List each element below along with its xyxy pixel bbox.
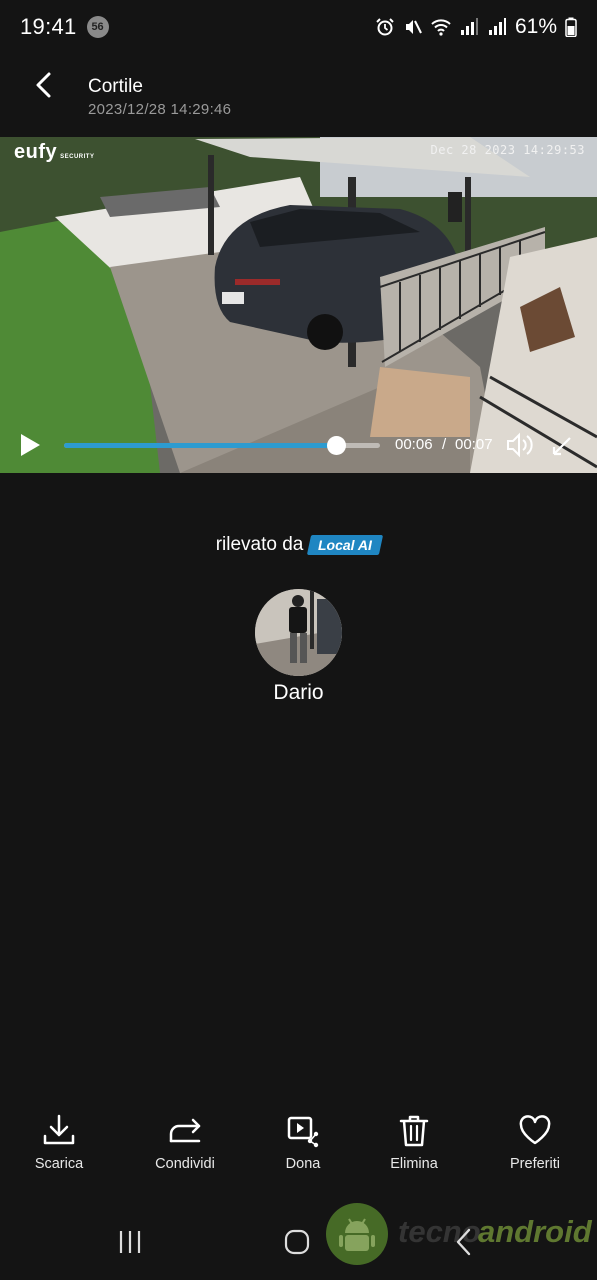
home-button[interactable] (277, 1224, 317, 1260)
total-time: 00:07 (455, 436, 493, 453)
local-ai-badge: Local AI (307, 535, 384, 555)
download-button[interactable]: Scarica (4, 1108, 114, 1178)
recents-icon (119, 1231, 141, 1253)
person-name: Dario (273, 681, 324, 704)
signal-icon (488, 18, 506, 35)
share-icon (169, 1118, 201, 1143)
delete-button[interactable]: Elimina (359, 1108, 469, 1178)
signal-icon (460, 18, 478, 35)
recents-button[interactable] (110, 1224, 150, 1260)
seek-progress (64, 443, 336, 448)
status-bar: 19:41 56 61% (0, 0, 597, 54)
favorites-button[interactable]: Preferiti (480, 1108, 590, 1178)
status-icons: 61% (375, 15, 577, 39)
heart-icon (519, 1115, 551, 1145)
person-thumbnail (255, 589, 342, 676)
camera-timestamp: Dec 28 2023 14:29:53 (430, 143, 585, 157)
favorites-label: Preferiti (510, 1156, 560, 1172)
event-datetime: 2023/12/28 14:29:46 (88, 101, 232, 118)
seek-bar[interactable] (64, 436, 380, 455)
donate-video-icon (287, 1116, 319, 1148)
brand-sub: SECURITY (60, 154, 95, 160)
header: Cortile 2023/12/28 14:29:46 (0, 62, 597, 126)
chevron-left-icon (36, 72, 51, 98)
wifi-icon (431, 19, 451, 36)
back-nav-icon (456, 1228, 471, 1256)
detected-by-label: rilevato da (215, 534, 304, 555)
home-icon (284, 1229, 310, 1255)
detection-source: rilevato da Local AI (0, 531, 597, 559)
action-bar: Scarica Condividi Dona Elimina Preferiti (0, 1108, 597, 1178)
video-controls: 00:06 / 00:07 (0, 417, 597, 473)
eufy-logo: eufy SECURITY (14, 141, 94, 164)
share-button[interactable]: Condividi (130, 1108, 240, 1178)
camera-title: Cortile (88, 76, 143, 97)
back-button[interactable] (26, 68, 62, 104)
battery-icon (565, 17, 577, 37)
local-ai-text: Local AI (318, 537, 373, 553)
trash-icon (399, 1115, 429, 1147)
person-avatar[interactable] (255, 589, 342, 676)
battery-percentage: 61% (514, 15, 557, 38)
seek-thumb[interactable] (326, 436, 346, 455)
donate-label: Dona (285, 1156, 321, 1172)
volume-icon[interactable] (506, 432, 536, 458)
mute-icon (405, 20, 422, 34)
share-label: Condividi (155, 1156, 215, 1172)
status-time: 19:41 (20, 14, 77, 39)
current-time: 00:06 (395, 436, 433, 453)
video-player[interactable]: eufy SECURITY Dec 28 2023 14:29:53 00:06 … (0, 137, 597, 473)
fullscreen-icon[interactable] (551, 435, 573, 457)
download-label: Scarica (34, 1156, 84, 1172)
time-separator: / (442, 436, 447, 453)
donate-button[interactable]: Dona (248, 1108, 358, 1178)
play-icon[interactable] (18, 433, 42, 457)
notification-count-badge: 56 (86, 16, 109, 38)
system-nav-bar (0, 1210, 597, 1274)
brand-name: eufy (14, 141, 58, 163)
delete-label: Elimina (390, 1156, 438, 1172)
download-icon (43, 1114, 75, 1145)
back-nav-button[interactable] (444, 1224, 484, 1260)
alarm-icon (376, 18, 394, 36)
